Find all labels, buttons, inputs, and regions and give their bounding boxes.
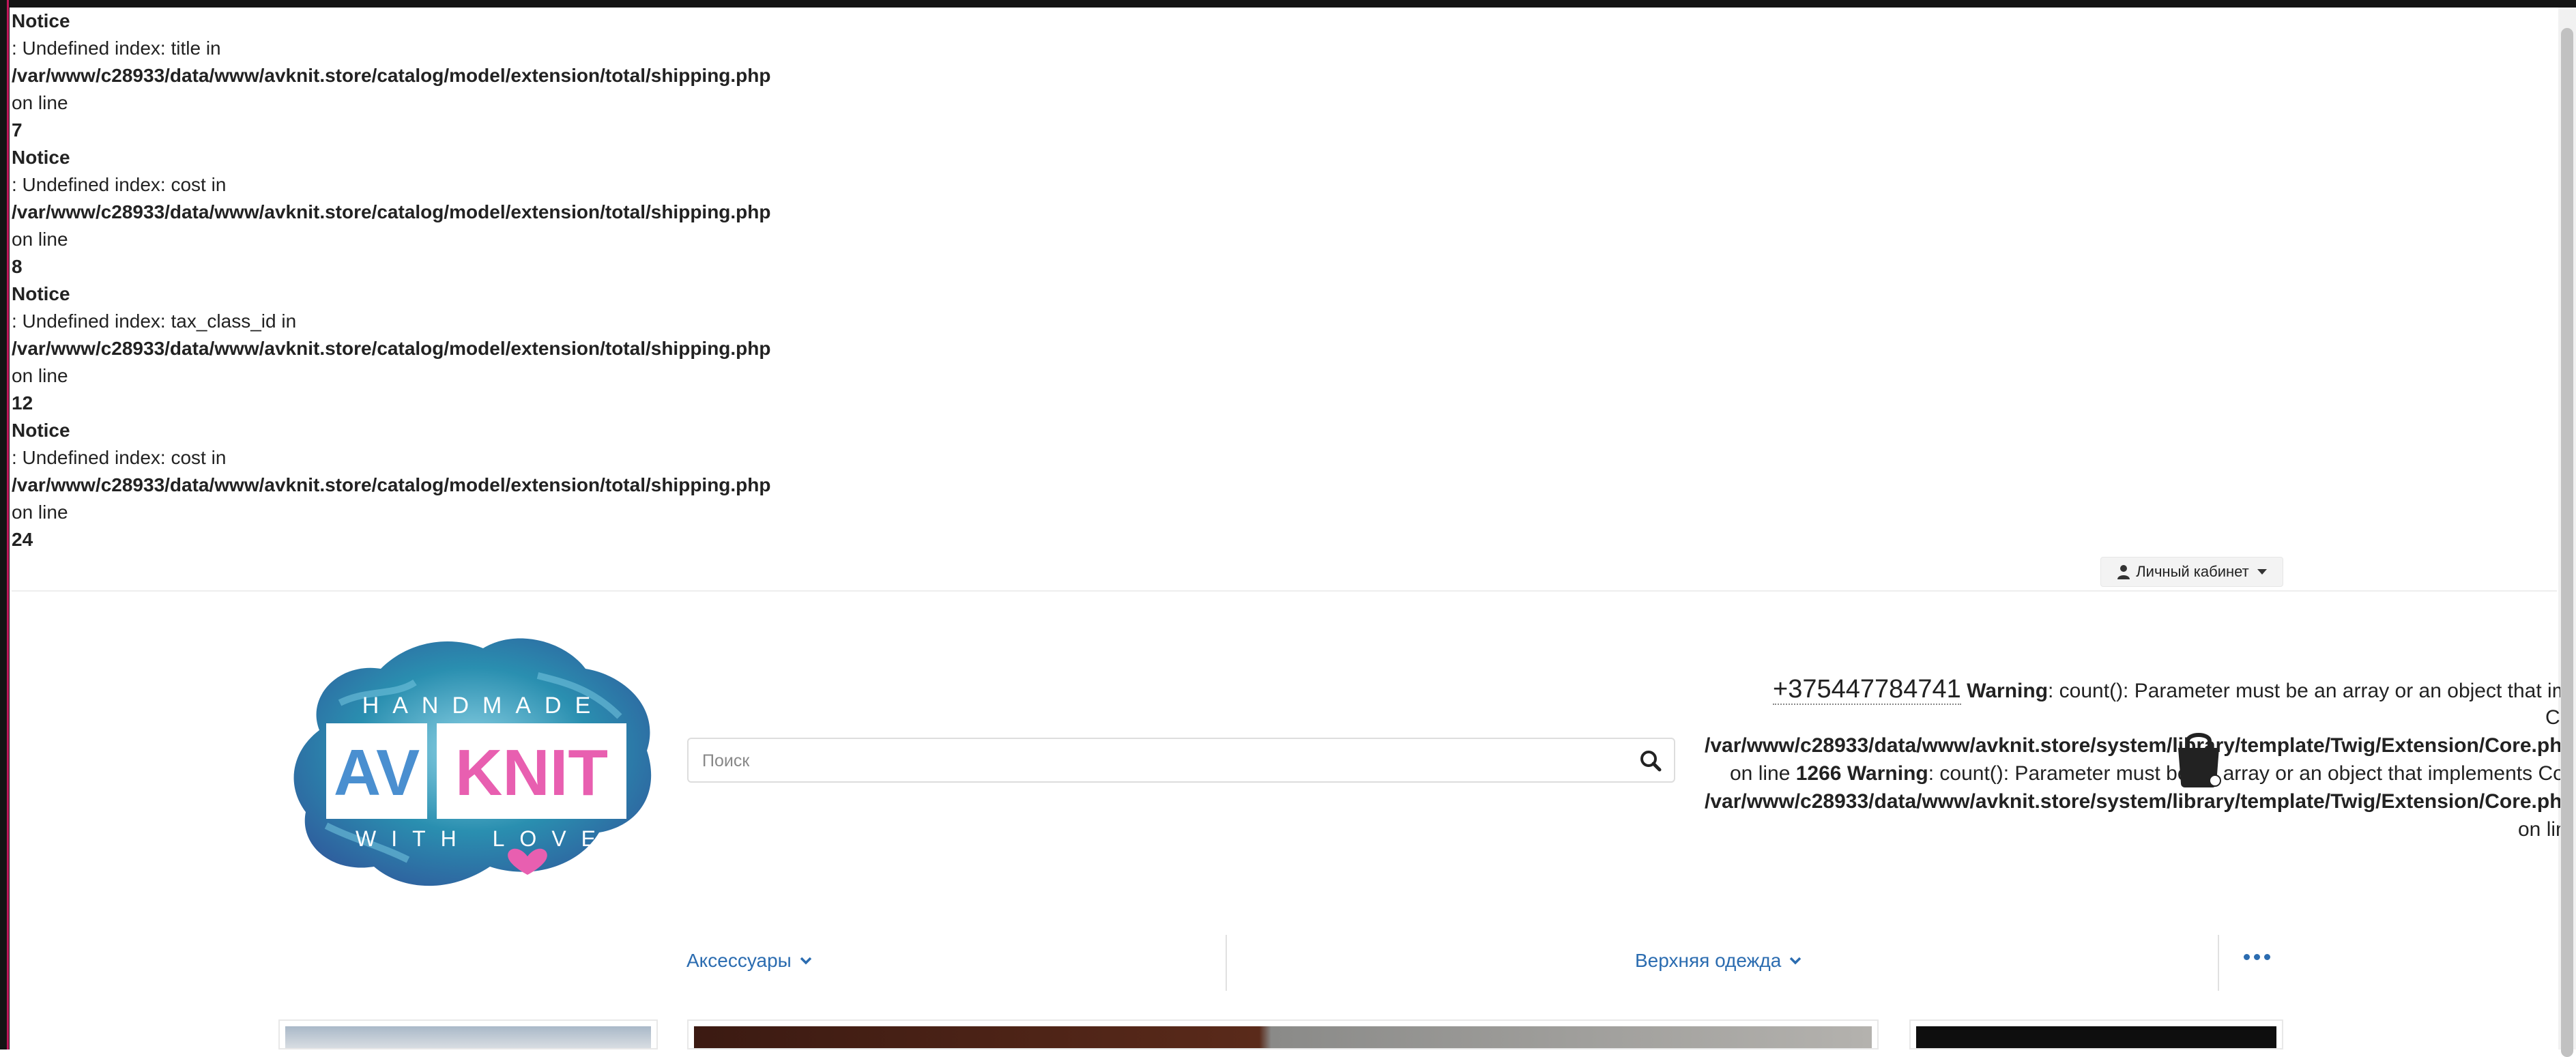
logo-av-text: AV (334, 736, 420, 809)
nav-separator (1226, 935, 1227, 991)
site-logo[interactable]: HANDMADE AV KNIT WITH LOVE (278, 621, 661, 901)
header-divider (12, 590, 2557, 592)
notice-line-number: 8 (12, 256, 23, 277)
search-box (687, 738, 1675, 783)
warning-text: : count(): Parameter must be an array or… (1928, 762, 2560, 785)
search-icon[interactable] (1638, 749, 1663, 773)
chevron-down-icon (800, 957, 812, 965)
browser-top-bar (0, 0, 2576, 8)
cart-warnings: +375447784741 Warning: count(): Paramete… (1692, 672, 2560, 850)
left-edge-bar (0, 0, 10, 1049)
notice-file: /var/www/c28933/data/www/avknit.store/ca… (12, 65, 771, 86)
warning-label: Warning (1967, 680, 2049, 702)
warning-line-number: 1266 (1795, 762, 1842, 785)
caret-down-icon (2257, 569, 2267, 575)
notice-label: Notice (12, 147, 70, 168)
notice-label: Notice (12, 420, 70, 441)
warning-on-line: on line (1730, 762, 1791, 785)
notice-file: /var/www/c28933/data/www/avknit.store/ca… (12, 474, 771, 495)
warning-file: /var/www/c28933/data/www/avknit.store/sy… (1705, 734, 2560, 757)
account-label: Личный кабинет (2136, 563, 2249, 580)
banner-card[interactable] (687, 1019, 1879, 1049)
chevron-down-icon (1790, 957, 1801, 965)
notice-message: : Undefined index: cost in (12, 174, 227, 195)
notice-label: Notice (12, 283, 70, 304)
notice-on-line: on line (12, 92, 68, 113)
logo-bottom-text: WITH LOVE (356, 826, 611, 851)
banner-image (285, 1026, 651, 1048)
banner-card[interactable] (278, 1019, 658, 1049)
banner-image (1916, 1026, 2276, 1048)
notice-line-number: 12 (12, 392, 33, 414)
notice-message: : Undefined index: cost in (12, 447, 227, 468)
warning-file: /var/www/c28933/data/www/avknit.store/sy… (1705, 790, 2560, 813)
php-notice-list: Notice : Undefined index: title in /var/… (12, 8, 967, 553)
nav-item-label: Аксессуары (686, 950, 792, 971)
notice-file: /var/www/c28933/data/www/avknit.store/ca… (12, 338, 771, 359)
search-input[interactable] (701, 746, 1618, 776)
nav-item-label: Верхняя одежда (1635, 950, 1782, 971)
shopping-bag-icon[interactable] (2174, 729, 2223, 787)
warning-text: : count(): Parameter must be an array or… (2048, 680, 2560, 702)
warning-tail: Countable in (2545, 706, 2560, 729)
logo-top-text: HANDMADE (362, 693, 605, 719)
banner-image (694, 1026, 1872, 1048)
notice-label: Notice (12, 10, 70, 31)
warning-label: Warning (1847, 762, 1928, 785)
warning-on-line: on line (2518, 818, 2560, 841)
account-dropdown-button[interactable]: Личный кабинет (2100, 557, 2283, 587)
nav-item-accessories[interactable]: Аксессуары (686, 950, 812, 972)
notice-file: /var/www/c28933/data/www/avknit.store/ca… (12, 201, 771, 222)
banner-card[interactable] (1909, 1019, 2283, 1049)
scrollbar-thumb[interactable] (2561, 28, 2573, 1057)
user-icon (2117, 565, 2130, 579)
nav-item-outerwear[interactable]: Верхняя одежда (1635, 950, 1801, 972)
logo-knit-text: KNIT (455, 736, 608, 809)
nav-separator (2218, 935, 2219, 991)
phone-link[interactable]: +375447784741 (1773, 675, 1961, 705)
notice-on-line: on line (12, 365, 68, 386)
notice-on-line: on line (12, 502, 68, 523)
notice-message: : Undefined index: title in (12, 38, 221, 59)
scrollbar[interactable] (2558, 8, 2576, 1057)
notice-line-number: 24 (12, 529, 33, 550)
ellipsis-icon[interactable] (2244, 954, 2270, 960)
notice-message: : Undefined index: tax_class_id in (12, 310, 297, 332)
notice-on-line: on line (12, 229, 68, 250)
category-nav: Аксессуары Верхняя одежда (674, 935, 2283, 991)
notice-line-number: 7 (12, 119, 23, 141)
